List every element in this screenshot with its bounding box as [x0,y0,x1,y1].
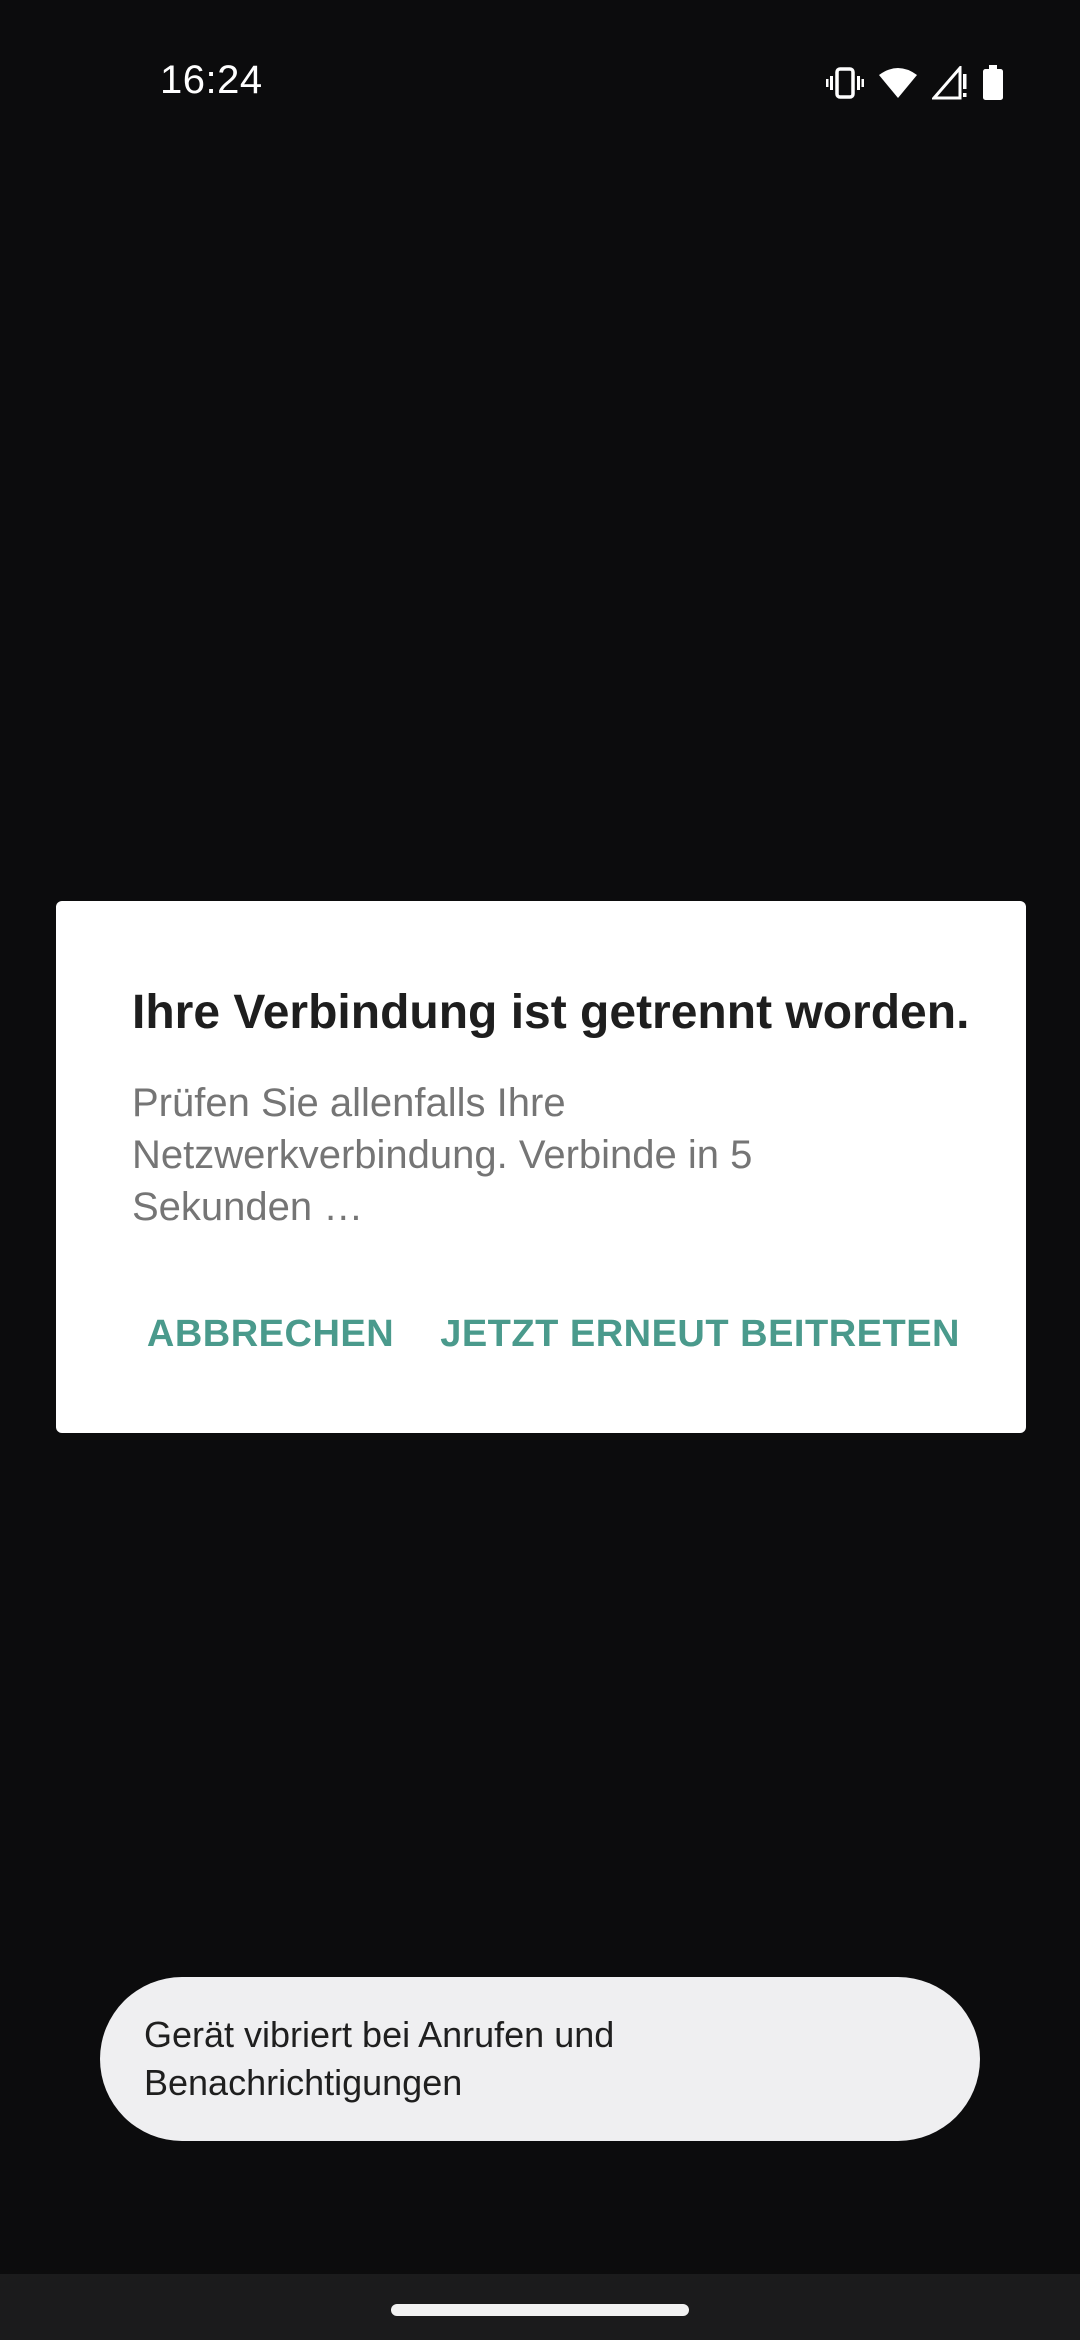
vibrate-icon [826,67,864,99]
dialog-message: Prüfen Sie allenfalls Ihre Netzwerkverbi… [132,1081,753,1229]
rejoin-now-button[interactable]: JETZT ERNEUT BEITRETEN [440,1313,960,1356]
screen: 16:24 Ihre Verbindung ist getrennt worde… [0,0,1080,2340]
navigation-bar [0,2274,1080,2340]
status-time: 16:24 [160,58,263,102]
toast-text: Gerät vibriert bei Anrufen und Benachric… [144,2014,615,2103]
status-bar: 16:24 [0,0,1080,170]
dialog-title: Ihre Verbindung ist getrennt worden. [132,986,970,1039]
disconnect-dialog: Ihre Verbindung ist getrennt worden. Prü… [56,901,1026,1433]
wifi-icon [878,67,918,99]
cancel-button[interactable]: ABBRECHEN [147,1313,394,1356]
toast-notification: Gerät vibriert bei Anrufen und Benachric… [100,1977,980,2141]
cell-signal-icon [932,66,968,100]
home-gesture-handle[interactable] [391,2304,689,2316]
status-icons [826,60,1004,106]
battery-icon [982,65,1004,101]
dialog-actions: ABBRECHEN JETZT ERNEUT BEITRETEN [147,1313,960,1356]
